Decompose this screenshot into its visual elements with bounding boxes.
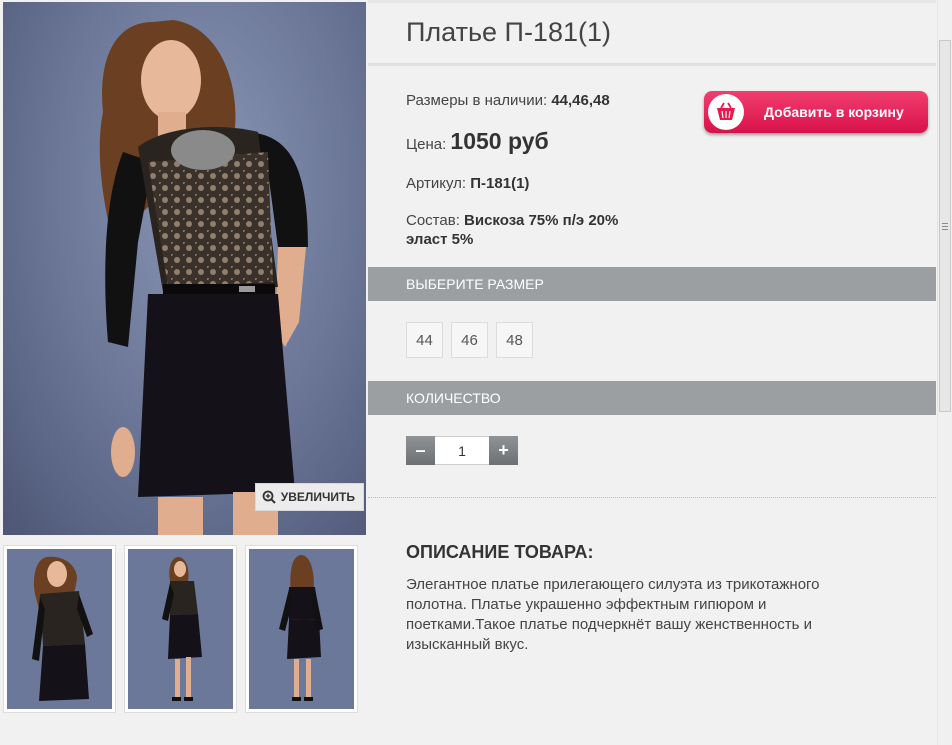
thumbnail-back[interactable] bbox=[245, 545, 358, 713]
basket-icon bbox=[708, 94, 744, 130]
price-row: Цена: 1050 руб bbox=[406, 128, 549, 155]
price-value: 1050 руб bbox=[450, 128, 549, 154]
composition-label: Состав: bbox=[406, 212, 460, 229]
sku-label: Артикул: bbox=[406, 175, 467, 192]
composition-value-line1: Вискоза 75% п/э 20% bbox=[464, 212, 619, 229]
quantity-plus-button[interactable]: + bbox=[489, 436, 518, 465]
dress-photo-illustration bbox=[99, 20, 308, 535]
size-options: 44 46 48 bbox=[406, 322, 533, 358]
size-option-44[interactable]: 44 bbox=[406, 322, 443, 358]
price-label: Цена: bbox=[406, 136, 447, 153]
zoom-label: УВЕЛИЧИТЬ bbox=[280, 490, 355, 504]
thumbnail-front-image bbox=[7, 549, 112, 709]
thumbnail-strip bbox=[3, 545, 366, 718]
sizes-available: Размеры в наличии: 44,46,48 bbox=[406, 92, 610, 109]
size-section-title: ВЫБЕРИТЕ РАЗМЕР bbox=[406, 276, 544, 292]
add-to-cart-button[interactable]: Добавить в корзину bbox=[704, 91, 928, 133]
thumbnail-side-image bbox=[128, 549, 233, 709]
zoom-in-icon bbox=[262, 490, 276, 504]
size-section-header: ВЫБЕРИТЕ РАЗМЕР bbox=[368, 267, 936, 301]
main-product-photo[interactable]: УВЕЛИЧИТЬ bbox=[3, 2, 366, 535]
description-text: Элегантное платье прилегающего силуэта и… bbox=[406, 576, 820, 653]
scrollbar-grip-icon bbox=[942, 223, 948, 232]
composition-row: Состав: Вискоза 75% п/э 20% эласт 5% bbox=[406, 211, 618, 249]
composition-value-line2: эласт 5% bbox=[406, 231, 474, 248]
sku-row: Артикул: П-181(1) bbox=[406, 175, 529, 192]
quantity-stepper: – + bbox=[406, 436, 518, 465]
description-title: ОПИСАНИЕ ТОВАРА: bbox=[406, 542, 594, 562]
sku-value: П-181(1) bbox=[470, 175, 530, 192]
thumbnail-front[interactable] bbox=[3, 545, 116, 713]
sizes-value: 44,46,48 bbox=[551, 92, 610, 109]
product-title: Платье П-181(1) bbox=[406, 17, 611, 47]
quantity-section-title: КОЛИЧЕСТВО bbox=[406, 390, 501, 406]
title-bar: Платье П-181(1) bbox=[368, 0, 936, 66]
add-to-cart-label: Добавить в корзину bbox=[764, 104, 904, 120]
section-divider bbox=[368, 497, 936, 498]
sizes-label: Размеры в наличии: bbox=[406, 92, 548, 109]
size-option-48[interactable]: 48 bbox=[496, 322, 533, 358]
zoom-button[interactable]: УВЕЛИЧИТЬ bbox=[254, 483, 364, 511]
thumbnail-side[interactable] bbox=[124, 545, 237, 713]
thumbnail-back-image bbox=[249, 549, 354, 709]
page-scrollbar[interactable] bbox=[937, 0, 952, 745]
quantity-section-header: КОЛИЧЕСТВО bbox=[368, 381, 936, 415]
quantity-minus-button[interactable]: – bbox=[406, 436, 435, 465]
size-option-46[interactable]: 46 bbox=[451, 322, 488, 358]
scrollbar-thumb[interactable] bbox=[939, 40, 951, 412]
quantity-input[interactable] bbox=[435, 436, 489, 465]
